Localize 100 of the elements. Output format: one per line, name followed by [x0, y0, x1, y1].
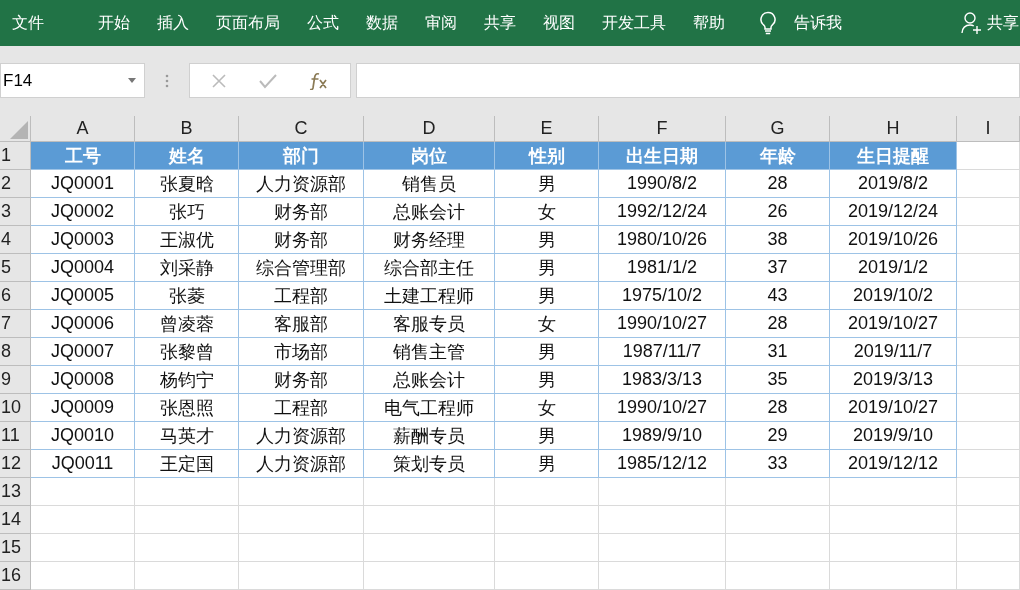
table-cell: 刘采静	[135, 254, 239, 282]
table-cell: 女	[495, 310, 599, 338]
ribbon-tab[interactable]: 插入	[157, 12, 189, 34]
table-cell: 工程部	[239, 282, 364, 310]
table-cell: 28	[726, 310, 830, 338]
header-cell: 部门	[239, 142, 364, 170]
table-cell: 2019/1/2	[830, 254, 957, 282]
table-cell: JQ0005	[31, 282, 135, 310]
table-cell: JQ0007	[31, 338, 135, 366]
table-cell: JQ0003	[31, 226, 135, 254]
checkmark-icon[interactable]	[258, 72, 278, 89]
table-cell: 张恩照	[135, 394, 239, 422]
table-cell: 1990/8/2	[599, 170, 726, 198]
row-header[interactable]: 15	[0, 534, 31, 562]
row-header[interactable]: 2	[0, 170, 31, 198]
table-cell: 2019/3/13	[830, 366, 957, 394]
header-cell: 生日提醒	[830, 142, 957, 170]
add-person-icon	[961, 11, 983, 35]
empty-cell	[957, 226, 1020, 254]
row-header[interactable]: 9	[0, 366, 31, 394]
table-cell: 曾凌蓉	[135, 310, 239, 338]
table-cell: 人力资源部	[239, 170, 364, 198]
table-cell: 电气工程师	[364, 394, 495, 422]
table-cell: 王淑优	[135, 226, 239, 254]
row-header[interactable]: 16	[0, 562, 31, 590]
empty-cell	[957, 198, 1020, 226]
table-cell: 2019/10/27	[830, 310, 957, 338]
column-header[interactable]: G	[726, 116, 830, 142]
empty-cell	[957, 450, 1020, 478]
formula-field[interactable]	[356, 63, 1020, 98]
ribbon-tab[interactable]: 共享	[484, 12, 516, 34]
share-button[interactable]: 共享	[961, 11, 1019, 35]
select-all-icon[interactable]	[10, 121, 28, 139]
grip-icon	[165, 73, 169, 88]
column-header[interactable]: F	[599, 116, 726, 142]
ribbon-tab[interactable]: 文件	[12, 12, 44, 34]
row-header[interactable]: 8	[0, 338, 31, 366]
table-cell: 28	[726, 394, 830, 422]
column-header[interactable]: I	[957, 116, 1020, 142]
table-cell: 2019/11/7	[830, 338, 957, 366]
function-icon[interactable]	[308, 71, 329, 90]
table-cell: 销售主管	[364, 338, 495, 366]
row-header[interactable]: 1	[0, 142, 31, 170]
table-cell: 1990/10/27	[599, 310, 726, 338]
table-cell: 综合部主任	[364, 254, 495, 282]
row-header[interactable]: 14	[0, 506, 31, 534]
column-header[interactable]: B	[135, 116, 239, 142]
table-cell: 男	[495, 170, 599, 198]
column-header[interactable]: C	[239, 116, 364, 142]
table-cell: 财务部	[239, 366, 364, 394]
table-cell: JQ0009	[31, 394, 135, 422]
table-cell: 策划专员	[364, 450, 495, 478]
row-header[interactable]: 6	[0, 282, 31, 310]
row-header[interactable]: 12	[0, 450, 31, 478]
table-cell: 张夏晗	[135, 170, 239, 198]
ribbon-tab[interactable]: 审阅	[425, 12, 457, 34]
table-cell: 人力资源部	[239, 450, 364, 478]
table-cell: 26	[726, 198, 830, 226]
empty-cell	[957, 282, 1020, 310]
tell-me-search[interactable]: 告诉我	[794, 12, 842, 34]
ribbon-tab[interactable]: 页面布局	[216, 12, 280, 34]
table-cell: 客服专员	[364, 310, 495, 338]
table-cell: JQ0011	[31, 450, 135, 478]
row-header[interactable]: 3	[0, 198, 31, 226]
table-cell: 1990/10/27	[599, 394, 726, 422]
table-cell: 男	[495, 282, 599, 310]
empty-cell	[957, 534, 1020, 562]
column-header[interactable]: H	[830, 116, 957, 142]
row-header[interactable]: 13	[0, 478, 31, 506]
name-box[interactable]: F14	[0, 63, 145, 98]
table-cell: 工程部	[239, 394, 364, 422]
ribbon-tab[interactable]: 数据	[366, 12, 398, 34]
column-header[interactable]: D	[364, 116, 495, 142]
header-cell: 出生日期	[599, 142, 726, 170]
column-header[interactable]: E	[495, 116, 599, 142]
empty-cell	[957, 310, 1020, 338]
table-cell: 综合管理部	[239, 254, 364, 282]
table-cell: 2019/12/24	[830, 198, 957, 226]
header-cell: 工号	[31, 142, 135, 170]
table-cell: 2019/9/10	[830, 422, 957, 450]
ribbon-tab[interactable]: 开始	[98, 12, 130, 34]
row-header[interactable]: 7	[0, 310, 31, 338]
empty-cell	[957, 170, 1020, 198]
column-header[interactable]: A	[31, 116, 135, 142]
row-header[interactable]: 5	[0, 254, 31, 282]
dropdown-caret-icon	[128, 78, 136, 83]
row-header[interactable]: 4	[0, 226, 31, 254]
cancel-icon[interactable]	[211, 72, 228, 89]
ribbon-tab[interactable]: 公式	[307, 12, 339, 34]
row-header[interactable]: 11	[0, 422, 31, 450]
ribbon-tab[interactable]: 视图	[543, 12, 575, 34]
row-header[interactable]: 10	[0, 394, 31, 422]
ribbon-tab[interactable]: 帮助	[693, 12, 725, 34]
table-cell: 男	[495, 338, 599, 366]
table-cell: 1992/12/24	[599, 198, 726, 226]
lightbulb-icon	[759, 11, 777, 35]
ribbon-tab[interactable]: 开发工具	[602, 12, 666, 34]
table-cell: 薪酬专员	[364, 422, 495, 450]
table-cell: 男	[495, 254, 599, 282]
table-cell: 杨钧宁	[135, 366, 239, 394]
